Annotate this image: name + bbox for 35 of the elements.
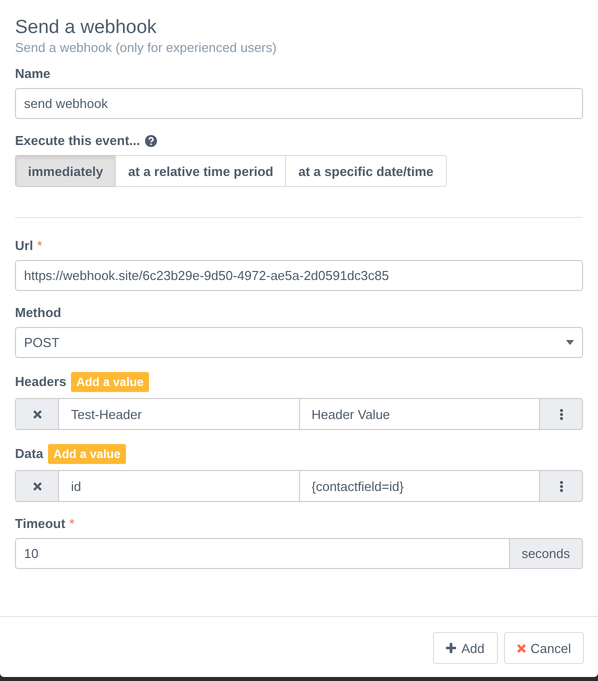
close-icon (32, 482, 42, 490)
required-mark: * (37, 238, 42, 254)
timeout-field[interactable]: 10 (15, 538, 510, 569)
method-select[interactable]: POST (15, 327, 583, 358)
close-icon (516, 644, 526, 652)
cancel-button[interactable]: Cancel (504, 632, 584, 664)
dialog-title: Send a webhook (15, 16, 158, 40)
key-field[interactable]: id (58, 470, 300, 502)
value-field[interactable]: {contactfield=id} (298, 470, 540, 502)
field-label: Data (15, 446, 44, 462)
field-label: Headers (15, 374, 66, 390)
remove-button[interactable] (15, 398, 59, 430)
field-label: Url (15, 238, 34, 254)
remove-button[interactable] (15, 470, 59, 502)
field-label: Name (15, 66, 50, 82)
more-icon (560, 408, 562, 420)
required-mark: * (69, 516, 74, 532)
field-label: Timeout (15, 516, 66, 532)
option-button[interactable]: at a specific date/time (285, 155, 447, 187)
key-field[interactable]: Test-Header (58, 398, 300, 430)
plus-icon (446, 643, 456, 653)
value-field[interactable]: Header Value (298, 398, 540, 430)
close-icon (32, 410, 42, 418)
unit-addon: seconds (510, 538, 583, 569)
help-icon[interactable] (145, 135, 157, 147)
dialog-subtitle: Send a webhook (only for experienced users) (15, 40, 278, 56)
caret-icon (566, 340, 574, 345)
more-icon (560, 480, 562, 492)
add-button[interactable]: Add (433, 632, 498, 664)
option-button[interactable]: at a relative time period (115, 155, 286, 187)
field-label: Execute this event... (15, 133, 140, 149)
url-field[interactable]: https://webhook.site/6c23b29e-9d50-4972-ae5a-2d0591dc3c85 (15, 260, 583, 291)
option-button[interactable]: immediately (15, 155, 116, 187)
field-label: Method (15, 305, 62, 321)
name-field[interactable]: send webhook (15, 88, 583, 119)
